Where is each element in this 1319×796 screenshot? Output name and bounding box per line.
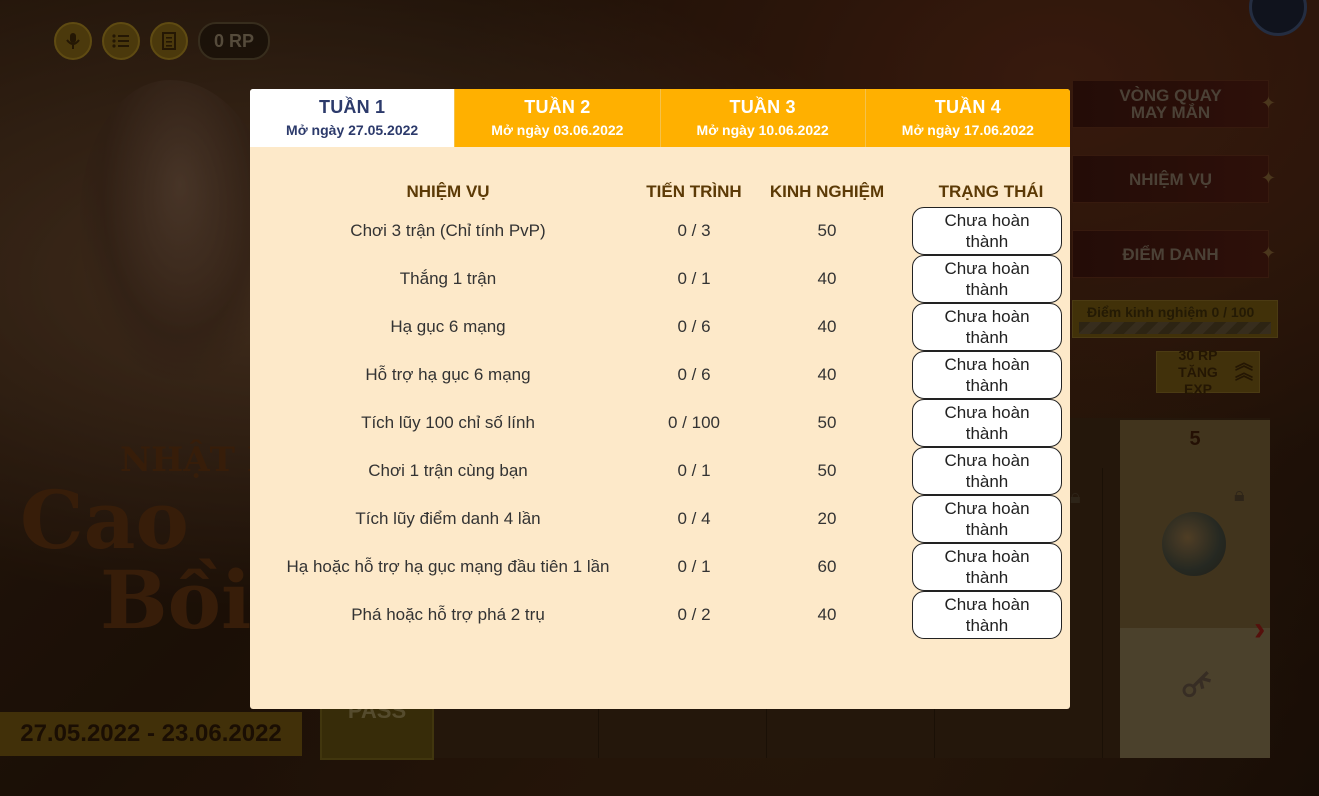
tab-week-3[interactable]: TUẦN 3 Mở ngày 10.06.2022 — [660, 89, 866, 147]
quest-name: Phá hoặc hỗ trợ phá 2 trụ — [351, 605, 545, 624]
quest-progress: 0 / 1 — [677, 557, 711, 576]
week-tabs: TUẦN 1 Mở ngày 27.05.2022 TUẦN 2 Mở ngày… — [250, 89, 1070, 147]
quest-exp: 40 — [817, 365, 837, 384]
quest-name: Thắng 1 trận — [399, 269, 497, 288]
quest-status-cell: Chưa hoàn thành — [912, 255, 1070, 303]
quest-name: Hạ gục 6 mạng — [390, 317, 506, 336]
quest-status-cell: Chưa hoàn thành — [912, 447, 1070, 495]
tab-week-2[interactable]: TUẦN 2 Mở ngày 03.06.2022 — [455, 89, 661, 147]
table-row: Hỗ trợ hạ gục 6 mạng 0 / 6 40 Chưa hoàn … — [250, 351, 1070, 399]
tab-subtitle: Mở ngày 17.06.2022 — [901, 122, 1034, 138]
quest-status-cell: Chưa hoàn thành — [912, 495, 1070, 543]
quest-progress: 0 / 1 — [677, 269, 711, 288]
quest-status-cell: Chưa hoàn thành — [912, 543, 1070, 591]
table-row: Tích lũy 100 chỉ số lính 0 / 100 50 Chưa… — [250, 399, 1070, 447]
tab-title: TUẦN 1 — [319, 97, 386, 117]
status-badge: Chưa hoàn thành — [912, 399, 1062, 447]
status-badge: Chưa hoàn thành — [912, 447, 1062, 495]
quest-exp: 50 — [817, 461, 837, 480]
status-badge: Chưa hoàn thành — [912, 303, 1062, 351]
tab-subtitle: Mở ngày 27.05.2022 — [286, 122, 419, 138]
quest-exp: 20 — [817, 509, 837, 528]
quest-exp: 50 — [817, 221, 837, 240]
table-row: Tích lũy điểm danh 4 lần 0 / 4 20 Chưa h… — [250, 495, 1070, 543]
tab-week-1[interactable]: TUẦN 1 Mở ngày 27.05.2022 — [250, 89, 456, 147]
tab-title: TUẦN 2 — [524, 97, 591, 117]
quest-progress: 0 / 2 — [677, 605, 711, 624]
column-header-status: TRẠNG THÁI — [938, 182, 1044, 201]
quest-name: Hạ hoặc hỗ trợ hạ gục mạng đầu tiên 1 lầ… — [286, 557, 610, 576]
quest-progress: 0 / 6 — [677, 365, 711, 384]
quest-status-cell: Chưa hoàn thành — [912, 207, 1070, 255]
quest-progress: 0 / 4 — [677, 509, 711, 528]
table-row: Thắng 1 trận 0 / 1 40 Chưa hoàn thành — [250, 255, 1070, 303]
status-badge: Chưa hoàn thành — [912, 543, 1062, 591]
table-row: Chơi 1 trận cùng bạn 0 / 1 50 Chưa hoàn … — [250, 447, 1070, 495]
tab-title: TUẦN 3 — [729, 97, 796, 117]
quest-status-cell: Chưa hoàn thành — [912, 399, 1070, 447]
table-row: Hạ hoặc hỗ trợ hạ gục mạng đầu tiên 1 lầ… — [250, 543, 1070, 591]
table-row: Phá hoặc hỗ trợ phá 2 trụ 0 / 2 40 Chưa … — [250, 591, 1070, 639]
quest-progress: 0 / 6 — [677, 317, 711, 336]
quest-status-cell: Chưa hoàn thành — [912, 303, 1070, 351]
quest-progress: 0 / 100 — [668, 413, 720, 432]
column-header-quest: NHIỆM VỤ — [406, 182, 490, 201]
quest-name: Tích lũy 100 chỉ số lính — [361, 413, 535, 432]
table-row: Chơi 3 trận (Chỉ tính PvP) 0 / 3 50 Chưa… — [250, 207, 1070, 255]
quest-exp: 40 — [817, 269, 837, 288]
quest-progress: 0 / 1 — [677, 461, 711, 480]
tab-subtitle: Mở ngày 03.06.2022 — [491, 122, 624, 138]
status-badge: Chưa hoàn thành — [912, 591, 1062, 639]
table-row: Hạ gục 6 mạng 0 / 6 40 Chưa hoàn thành — [250, 303, 1070, 351]
tab-week-4[interactable]: TUẦN 4 Mở ngày 17.06.2022 — [865, 89, 1070, 147]
table-header-row: NHIỆM VỤ TIẾN TRÌNH KINH NGHIỆM TRẠNG TH… — [250, 177, 1070, 207]
tab-title: TUẦN 4 — [934, 97, 1001, 117]
status-badge: Chưa hoàn thành — [912, 207, 1062, 255]
quest-name: Hỗ trợ hạ gục 6 mạng — [365, 365, 531, 384]
quest-status-cell: Chưa hoàn thành — [912, 591, 1070, 639]
weekly-missions-modal: TUẦN 1 Mở ngày 27.05.2022 TUẦN 2 Mở ngày… — [250, 89, 1070, 709]
quest-progress: 0 / 3 — [677, 221, 711, 240]
quest-exp: 60 — [817, 557, 837, 576]
quest-status-cell: Chưa hoàn thành — [912, 351, 1070, 399]
tab-subtitle: Mở ngày 10.06.2022 — [696, 122, 829, 138]
quest-exp: 50 — [817, 413, 837, 432]
quest-name: Chơi 3 trận (Chỉ tính PvP) — [350, 221, 546, 240]
missions-table: NHIỆM VỤ TIẾN TRÌNH KINH NGHIỆM TRẠNG TH… — [250, 177, 1070, 639]
quest-name: Tích lũy điểm danh 4 lần — [355, 509, 541, 528]
status-badge: Chưa hoàn thành — [912, 255, 1062, 303]
quest-exp: 40 — [817, 317, 837, 336]
quest-exp: 40 — [817, 605, 837, 624]
column-header-exp: KINH NGHIỆM — [769, 182, 885, 201]
status-badge: Chưa hoàn thành — [912, 495, 1062, 543]
quest-name: Chơi 1 trận cùng bạn — [368, 461, 528, 480]
status-badge: Chưa hoàn thành — [912, 351, 1062, 399]
column-header-progress: TIẾN TRÌNH — [646, 182, 742, 201]
